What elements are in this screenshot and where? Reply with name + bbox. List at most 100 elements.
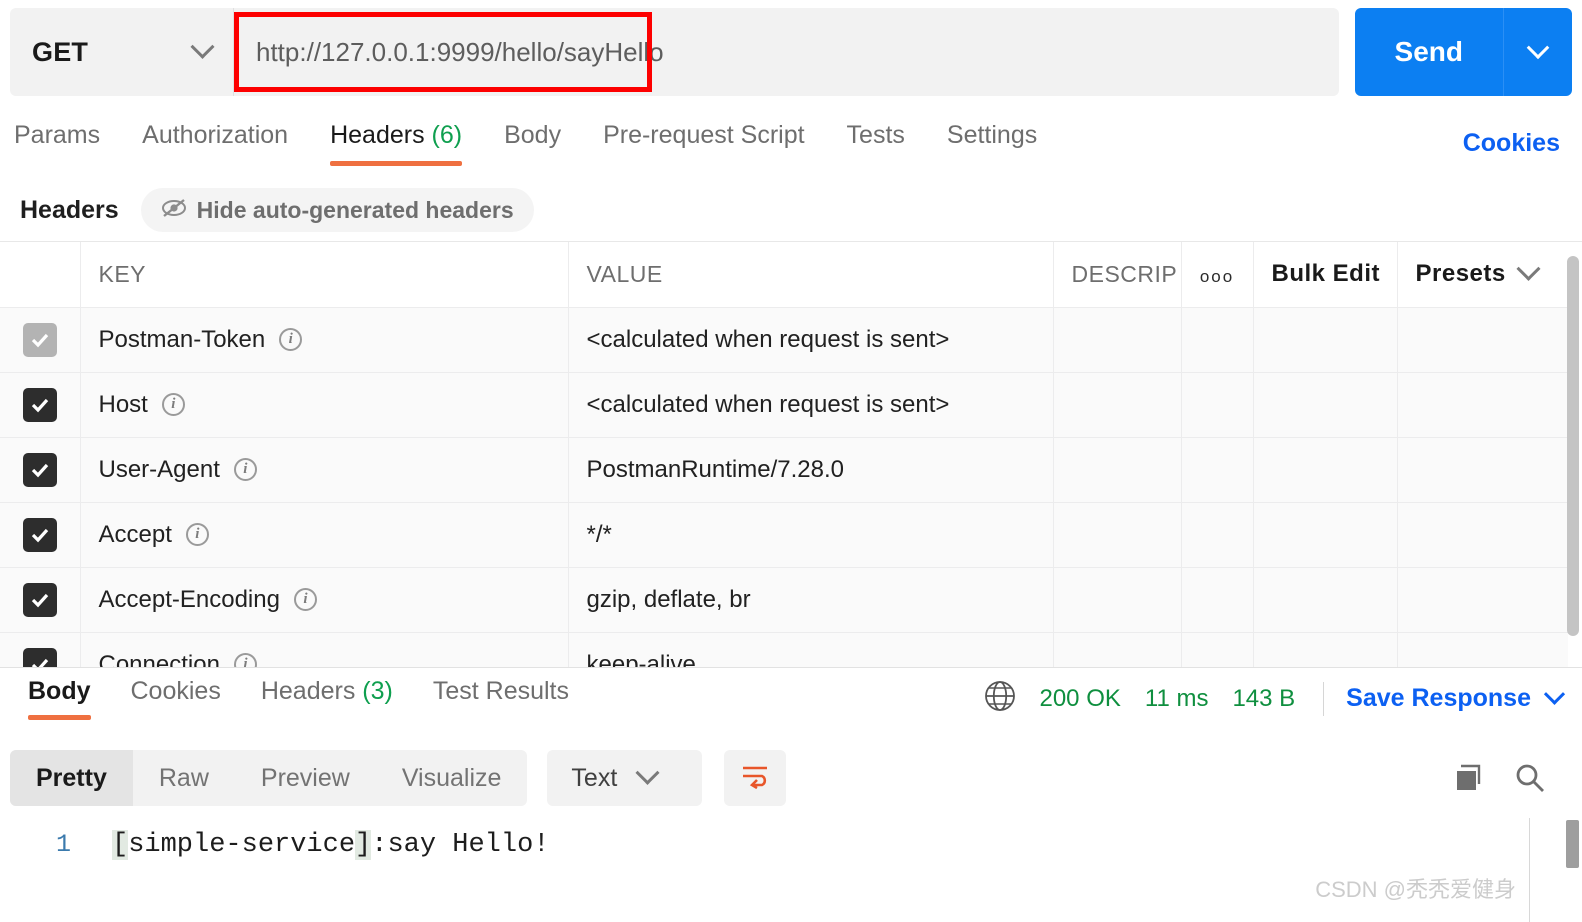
header-value-cell[interactable]: */*: [568, 502, 1054, 568]
bulk-edit-button[interactable]: Bulk Edit: [1253, 242, 1398, 308]
row-filler-presets: [1397, 307, 1568, 373]
table-row[interactable]: User-Agent i PostmanRuntime/7.28.0: [0, 437, 1568, 503]
response-tab-body[interactable]: Body: [28, 677, 91, 720]
header-value-cell[interactable]: <calculated when request is sent>: [568, 372, 1054, 438]
response-status: 200 OK: [1039, 684, 1121, 712]
header-description-cell[interactable]: [1053, 437, 1182, 503]
headers-table-scrollbar[interactable]: [1567, 256, 1579, 636]
tab-settings[interactable]: Settings: [947, 121, 1037, 166]
row-checkbox-cell[interactable]: [0, 437, 81, 503]
row-filler-dots: [1181, 372, 1254, 438]
url-input[interactable]: http://127.0.0.1:9999/hello/sayHello: [234, 37, 664, 68]
row-checkbox[interactable]: [22, 647, 57, 667]
info-icon[interactable]: i: [185, 523, 209, 546]
header-description-cell[interactable]: [1053, 632, 1182, 667]
header-key-cell[interactable]: User-Agent i: [80, 437, 569, 503]
row-checkbox-cell[interactable]: [0, 567, 81, 633]
word-wrap-icon: [740, 763, 770, 794]
tab-body[interactable]: Body: [504, 121, 561, 166]
response-format-selector[interactable]: Text: [547, 750, 703, 806]
row-checkbox[interactable]: [22, 582, 57, 617]
view-mode-raw[interactable]: Raw: [133, 750, 235, 806]
save-response-label: Save Response: [1346, 684, 1531, 712]
cookies-link[interactable]: Cookies: [1463, 129, 1560, 158]
tab-count-badge: (6): [431, 120, 463, 149]
row-checkbox[interactable]: [22, 387, 57, 422]
send-button[interactable]: Send: [1355, 8, 1503, 96]
response-tab-cookies[interactable]: Cookies: [131, 677, 221, 720]
info-icon[interactable]: i: [233, 458, 257, 481]
header-description-cell[interactable]: [1053, 372, 1182, 438]
response-tab-headers[interactable]: Headers (3): [261, 677, 393, 720]
tab-authorization[interactable]: Authorization: [142, 121, 288, 166]
view-mode-visualize[interactable]: Visualize: [376, 750, 528, 806]
header-col-key: KEY: [80, 242, 569, 308]
search-icon[interactable]: [1514, 762, 1546, 794]
table-row[interactable]: Connection i keep-alive: [0, 632, 1568, 667]
row-checkbox[interactable]: [22, 452, 57, 487]
headers-table-body: Postman-Token i <calculated when request …: [0, 307, 1568, 667]
header-value-cell[interactable]: gzip, deflate, br: [568, 567, 1054, 633]
row-checkbox-cell[interactable]: [0, 307, 81, 373]
word-wrap-button[interactable]: [724, 750, 787, 806]
response-body-viewer[interactable]: 1 [simple-service]:say Hello! CSDN @秃秃爱健…: [0, 818, 1582, 922]
header-value-cell[interactable]: keep-alive: [568, 632, 1054, 667]
tab-count-badge: (3): [362, 677, 393, 705]
header-value-cell[interactable]: <calculated when request is sent>: [568, 307, 1054, 373]
tab-headers[interactable]: Headers (6): [330, 120, 463, 166]
header-description-cell[interactable]: [1053, 567, 1182, 633]
row-filler-bulk: [1253, 502, 1398, 568]
row-checkbox[interactable]: [22, 322, 57, 357]
info-icon[interactable]: i: [293, 588, 317, 611]
header-key-cell[interactable]: Accept i: [80, 502, 569, 568]
row-checkbox-cell[interactable]: [0, 372, 81, 438]
url-input-wrapper[interactable]: http://127.0.0.1:9999/hello/sayHello: [234, 8, 1339, 96]
table-row[interactable]: Host i <calculated when request is sent>: [0, 372, 1568, 438]
tab-pre-request-script[interactable]: Pre-request Script: [603, 121, 804, 166]
response-tab-test-results[interactable]: Test Results: [433, 677, 569, 720]
header-key-cell[interactable]: Connection i: [80, 632, 569, 667]
view-mode-preview[interactable]: Preview: [235, 750, 376, 806]
tab-label: Tests: [846, 120, 905, 149]
tab-tests[interactable]: Tests: [847, 121, 905, 166]
headers-section-title: Headers: [20, 195, 119, 224]
row-checkbox-cell[interactable]: [0, 502, 81, 568]
globe-icon: [983, 679, 1017, 718]
table-row[interactable]: Postman-Token i <calculated when request …: [0, 307, 1568, 373]
request-url-bar: GET http://127.0.0.1:9999/hello/sayHello…: [0, 8, 1582, 104]
header-col-description: DESCRIP: [1053, 242, 1182, 308]
more-options-button[interactable]: ooo: [1181, 242, 1254, 308]
headers-subheader: Headers Hide auto-generated headers: [0, 182, 1582, 238]
table-row[interactable]: Accept-Encoding i gzip, deflate, br: [0, 567, 1568, 633]
table-row[interactable]: Accept i */*: [0, 502, 1568, 568]
response-size: 143 B: [1232, 684, 1296, 712]
header-description-cell[interactable]: [1053, 307, 1182, 373]
hide-auto-generated-headers-button[interactable]: Hide auto-generated headers: [140, 188, 534, 232]
copy-icon[interactable]: [1452, 762, 1484, 794]
info-icon[interactable]: i: [233, 653, 257, 667]
row-filler-dots: [1181, 502, 1254, 568]
header-key-cell[interactable]: Postman-Token i: [80, 307, 569, 373]
row-checkbox[interactable]: [22, 517, 57, 552]
row-checkbox-cell[interactable]: [0, 632, 81, 667]
tab-params[interactable]: Params: [14, 121, 100, 166]
response-body-scrollbar[interactable]: [1566, 820, 1579, 868]
bracket-open: [: [112, 830, 129, 860]
headers-table: KEY VALUE DESCRIP ooo Bulk Edit Presets: [0, 242, 1568, 667]
tab-label: Headers: [330, 120, 425, 149]
presets-button[interactable]: Presets: [1397, 242, 1568, 308]
chevron-down-icon: [190, 34, 215, 59]
save-response-button[interactable]: Save Response: [1346, 683, 1566, 713]
send-options-button[interactable]: [1504, 8, 1572, 96]
http-method-selector[interactable]: GET: [10, 8, 234, 96]
http-method-label: GET: [32, 36, 89, 67]
info-icon[interactable]: i: [279, 328, 303, 351]
header-key-cell[interactable]: Accept-Encoding i: [80, 567, 569, 633]
header-key-cell[interactable]: Host i: [80, 372, 569, 438]
service-name: simple-service: [128, 830, 356, 860]
info-icon[interactable]: i: [161, 393, 185, 416]
header-key-label: Postman-Token: [98, 325, 266, 353]
view-mode-pretty[interactable]: Pretty: [10, 750, 133, 806]
header-value-cell[interactable]: PostmanRuntime/7.28.0: [568, 437, 1054, 503]
header-description-cell[interactable]: [1053, 502, 1182, 568]
